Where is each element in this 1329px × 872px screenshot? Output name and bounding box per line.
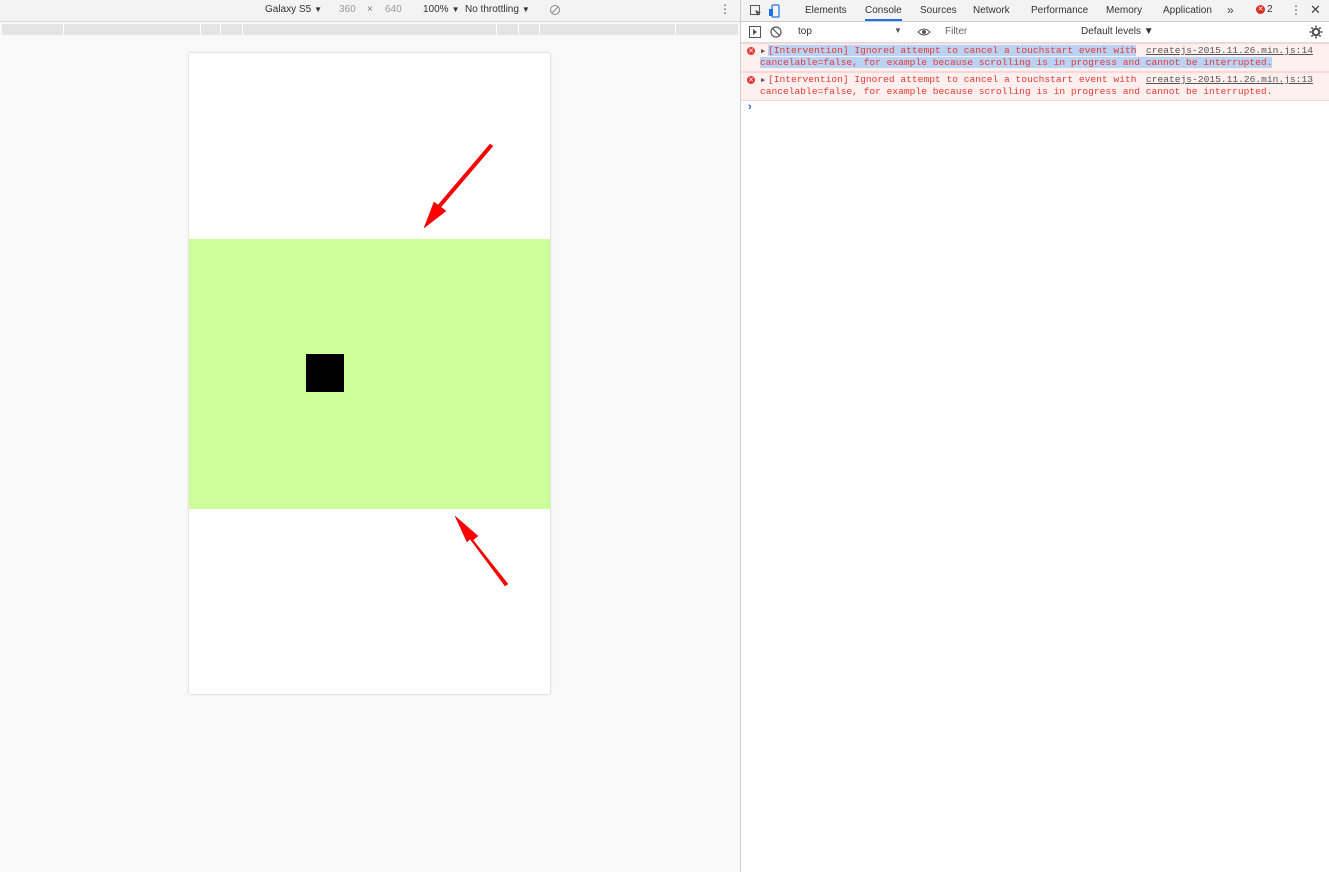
devtools-panel: Elements Console Sources Network Perform… [741,0,1329,872]
tab-memory[interactable]: Memory [1106,0,1142,21]
ruler-segment [220,24,221,35]
error-icon: ✕ [747,47,755,55]
inspect-element-icon[interactable] [749,4,763,18]
tab-performance[interactable]: Performance [1031,0,1088,21]
error-icon: ✕ [1256,4,1265,14]
tab-console[interactable]: Console [865,0,902,21]
ruler-segment [200,24,201,35]
device-viewport[interactable] [189,53,550,694]
chevron-down-icon: ▼ [314,5,323,14]
console-toolbar: top ▼ Default levels ▼ [741,22,1329,43]
device-emulation-pane: Galaxy S5 ▼ 360 × 640 100% ▼ No throttling… [0,0,741,872]
devtools-menu-icon[interactable]: ⋮ [1290,3,1302,17]
height-input[interactable]: 640 [385,4,402,15]
devtools-tabbar: Elements Console Sources Network Perform… [741,0,1329,22]
more-options-icon[interactable]: ⋮ [719,3,731,15]
console-error-message[interactable]: ✕ ▶ [Intervention] Ignored attempt to ca… [741,43,1329,72]
ruler-segment [539,24,540,35]
device-select-label: Galaxy S5 [265,4,312,15]
tab-application[interactable]: Application [1163,0,1212,21]
source-link[interactable]: createjs-2015.11.26.min.js:14 [1146,45,1313,56]
dimension-separator: × [367,4,373,15]
game-canvas[interactable] [189,239,550,509]
message-text-line1: [Intervention] Ignored attempt to cancel… [768,45,1137,56]
chevron-down-icon: ▼ [451,5,460,14]
console-prompt[interactable]: › [748,101,752,113]
chevron-down-icon[interactable]: ▼ [894,26,902,35]
media-query-ruler[interactable] [2,24,738,35]
device-toolbar-toggle-icon[interactable] [768,4,782,18]
message-text-line2: cancelable=false, for example because sc… [760,57,1273,68]
throttle-select[interactable]: No throttling ▼ [465,4,530,15]
context-select[interactable]: top [798,26,812,37]
log-levels-select[interactable]: Default levels ▼ [1081,26,1154,37]
zoom-select-label: 100% [423,4,449,15]
more-tabs-icon[interactable]: » [1227,3,1234,17]
expand-triangle-icon[interactable]: ▶ [761,76,765,85]
sidebar-toggle-icon[interactable] [748,25,762,39]
width-input[interactable]: 360 [339,4,356,15]
expand-triangle-icon[interactable]: ▶ [761,47,765,56]
close-devtools-icon[interactable]: ✕ [1310,2,1321,18]
console-error-message[interactable]: ✕ ▶ [Intervention] Ignored attempt to ca… [741,72,1329,101]
error-count: 2 [1267,4,1273,15]
source-link[interactable]: createjs-2015.11.26.min.js:13 [1146,74,1313,85]
device-toolbar: Galaxy S5 ▼ 360 × 640 100% ▼ No throttling… [0,0,740,22]
tab-sources[interactable]: Sources [920,0,957,21]
tab-elements[interactable]: Elements [805,0,847,21]
tab-network[interactable]: Network [973,0,1010,21]
black-square-sprite[interactable] [306,354,344,392]
filter-input[interactable] [941,24,1075,39]
error-icon: ✕ [747,76,755,84]
zoom-select[interactable]: 100% ▼ [423,4,460,15]
ruler-segment [242,24,243,35]
device-select[interactable]: Galaxy S5 ▼ [265,4,322,15]
gear-icon[interactable] [1309,25,1323,39]
rotate-icon[interactable] [549,4,561,16]
message-text-line2: cancelable=false, for example because sc… [760,86,1273,97]
clear-console-icon[interactable] [769,25,783,39]
ruler-segment [63,24,64,35]
eye-icon[interactable] [917,25,931,39]
ruler-segment [675,24,676,35]
ruler-segment [496,24,497,35]
message-text-line1: [Intervention] Ignored attempt to cancel… [768,74,1137,85]
chevron-down-icon: ▼ [521,5,530,14]
throttle-select-label: No throttling [465,4,519,15]
ruler-segment [518,24,519,35]
error-count-badge[interactable]: ✕ 2 [1256,4,1273,15]
